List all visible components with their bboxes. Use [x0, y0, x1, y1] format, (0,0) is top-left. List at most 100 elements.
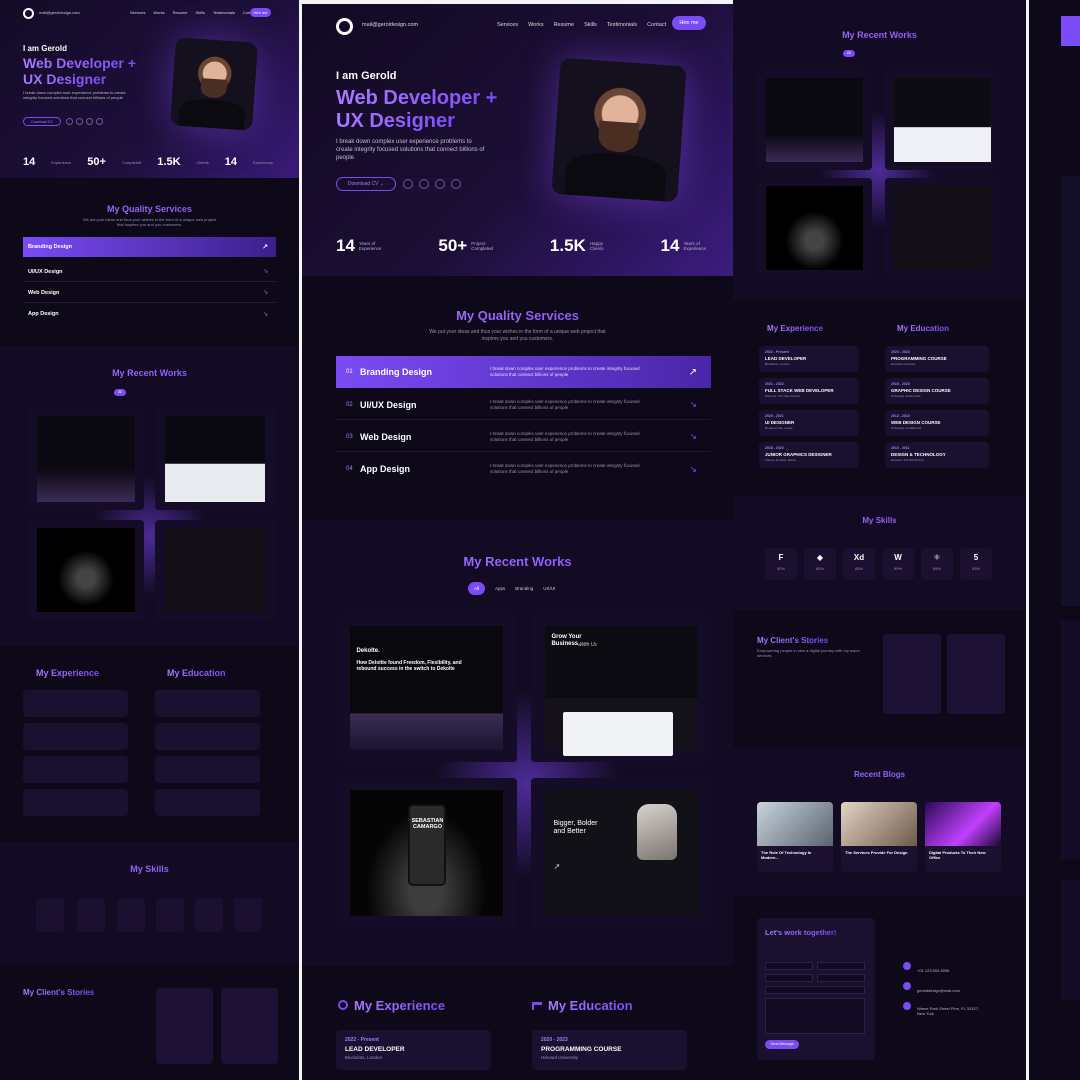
arrow-icon: ↘	[689, 399, 697, 409]
nav-item-services[interactable]: Services	[497, 22, 518, 28]
skill-icon: W	[894, 553, 902, 562]
download-cv-label: Download CV	[31, 120, 53, 124]
nav-item-testimonials[interactable]: Testimonials	[213, 10, 235, 15]
filter-all[interactable]: All	[468, 582, 486, 595]
social-icon[interactable]	[66, 118, 73, 125]
nav-item-skills[interactable]: Skills	[584, 22, 597, 28]
nav-item-services[interactable]: Services	[130, 10, 145, 15]
filter-all[interactable]: All	[843, 50, 855, 57]
social-icon[interactable]	[76, 118, 83, 125]
education-title: My Education	[897, 324, 950, 333]
experience-title: My Experience	[354, 998, 446, 1013]
education-role: WEB DESIGN COURSE	[891, 420, 941, 425]
header-email[interactable]: mail@geroldesign.com	[39, 10, 80, 15]
service-row[interactable]: 03 Web Design I break down complex user …	[336, 422, 711, 452]
social-icon[interactable]	[451, 179, 461, 189]
logo-icon[interactable]	[23, 8, 34, 19]
nav-item-resume[interactable]: Resume	[554, 22, 574, 28]
social-icon[interactable]	[86, 118, 93, 125]
works-section: My Recent Works All Apps Branding UX/UI …	[302, 520, 733, 966]
nav-item-resume[interactable]: Resume	[173, 10, 188, 15]
experience-year: 2020 - 2021	[765, 414, 784, 418]
logo-icon[interactable]	[336, 18, 353, 35]
nav-item-testimonials[interactable]: Testimonials	[607, 22, 637, 28]
blog-card[interactable]: The Role Of Technology In Modern...	[757, 802, 833, 872]
service-name: Branding Design	[28, 244, 73, 250]
first-name-input[interactable]	[765, 962, 813, 970]
work-card[interactable]	[885, 178, 1000, 278]
download-cv-button[interactable]: Download CV ⌄	[336, 177, 396, 191]
arrow-icon: ↗	[553, 862, 561, 871]
nav-item-works[interactable]: Works	[153, 10, 164, 15]
work-card[interactable]	[28, 520, 144, 620]
filter-apps[interactable]: Apps	[495, 586, 505, 591]
nav-item-works[interactable]: Works	[528, 22, 543, 28]
work-card[interactable]	[757, 178, 872, 278]
preview-column-1: mail@geroldesign.com Services Works Resu…	[0, 0, 299, 1080]
education-item	[155, 756, 260, 783]
hero-description: I break down complex user experience pro…	[23, 90, 126, 100]
filter-uxui[interactable]: UX/UI	[543, 586, 555, 591]
download-cv-button[interactable]: Download CV	[23, 117, 61, 126]
blog-card[interactable]: The Services Provide For Design	[841, 802, 917, 872]
social-icon[interactable]	[403, 179, 413, 189]
experience-year: 2022 - Present	[765, 350, 789, 354]
education-place: Harvard University	[541, 1055, 579, 1060]
experience-item: 2022 - Present LEAD DEVELOPER Blockdots,…	[336, 1030, 491, 1070]
stat-label: Experience	[358, 246, 382, 251]
work-card[interactable]	[28, 408, 144, 510]
skill-card: ◆ 80%	[804, 548, 836, 580]
service-row[interactable]: Web Design ↘	[23, 283, 276, 303]
work-card[interactable]: Grow Your Business, With Us	[531, 614, 712, 762]
filter-all[interactable]: All	[114, 389, 126, 396]
experience-role: JUNIOR GRAPHICS DESIGNER	[765, 452, 832, 457]
work-card[interactable]	[757, 70, 872, 170]
blogs-section: Recent Blogs The Role Of Technology In M…	[733, 748, 1026, 896]
stat-label: Experience	[51, 159, 72, 165]
service-name: UI/UX Design	[360, 399, 417, 410]
blog-card[interactable]: Digital Products To Their New Office	[925, 802, 1001, 872]
skill-card	[234, 898, 262, 932]
service-select[interactable]	[765, 986, 865, 994]
work-card-title: Bigger, Bolder and Better	[553, 820, 598, 835]
last-name-input[interactable]	[817, 962, 865, 970]
service-row[interactable]: 04 App Design I break down complex user …	[336, 454, 711, 484]
send-message-button[interactable]: Send Message	[765, 1040, 799, 1049]
hire-me-button[interactable]: Hire me	[250, 8, 271, 17]
social-icon[interactable]	[419, 179, 429, 189]
education-year: 2012 - 2015	[891, 414, 910, 418]
work-card[interactable]	[885, 70, 1000, 170]
experience-place: House of Life, Leeds	[765, 426, 793, 430]
skill-icon: F	[778, 553, 784, 562]
skills-title: My Skills	[0, 864, 299, 874]
service-row-active[interactable]: 01 Branding Design I break down complex …	[336, 356, 711, 388]
email-input[interactable]	[765, 974, 813, 982]
phone-input[interactable]	[817, 974, 865, 982]
education-item: 2020 - 2023 PROGRAMMING COURSE Harvard U…	[532, 1030, 687, 1070]
header-email[interactable]: mail@geroldesign.com	[362, 22, 418, 28]
filter-branding[interactable]: Branding	[515, 586, 533, 591]
social-icon[interactable]	[96, 118, 103, 125]
message-textarea[interactable]	[765, 998, 865, 1034]
service-row[interactable]: 02 UI/UX Design I break down complex use…	[336, 390, 711, 420]
work-card[interactable]: SEBASTIAN CAMARGO	[336, 778, 517, 928]
works-title: My Recent Works	[0, 368, 299, 378]
service-row[interactable]: UI/UX Design ↘	[23, 262, 276, 282]
work-card[interactable]: Dekolte. How Deloitte found Freedom, Fle…	[336, 614, 517, 762]
work-card[interactable]	[155, 408, 275, 510]
work-card[interactable]: Bigger, Bolder and Better ↗	[531, 778, 712, 928]
hero-title-line2: UX Designer	[336, 110, 455, 132]
work-card[interactable]	[155, 520, 275, 620]
education-place: University of California	[891, 426, 922, 430]
service-row-active[interactable]: Branding Design ↗	[23, 237, 276, 257]
hero-description: I break down complex user experience pro…	[336, 139, 485, 161]
education-item: 2012 - 2015 WEB DESIGN COURSE University o…	[885, 410, 989, 436]
contact-form: Let's work together! Send Message	[757, 918, 875, 1060]
arrow-icon: ↗	[688, 366, 697, 378]
nav-item-contact[interactable]: Contact	[647, 22, 666, 28]
social-icon[interactable]	[435, 179, 445, 189]
hire-me-button[interactable]: Hire me	[672, 16, 706, 30]
service-row[interactable]: App Design ↘	[23, 304, 276, 324]
skill-percent: 80%	[815, 566, 824, 571]
nav-item-skills[interactable]: Skills	[196, 10, 205, 15]
